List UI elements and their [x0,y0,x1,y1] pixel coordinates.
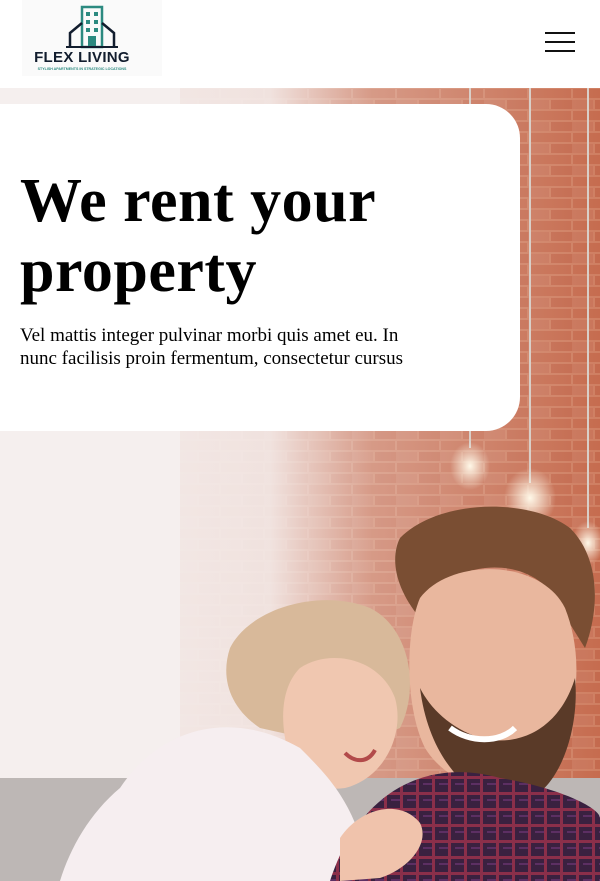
hero-card: We rent your property Vel mattis integer… [0,104,520,431]
hero-title: We rent your property [20,167,376,305]
building-icon [66,5,118,49]
hero-description: Vel mattis integer pulvinar morbi quis a… [20,325,404,369]
brand-logo[interactable]: FLEX LIVING STYLISH APARTMENTS IN STRATE… [22,0,162,76]
brand-name: FLEX LIVING [34,49,130,66]
brand-tagline: STYLISH APARTMENTS IN STRATEGIC LOCATION… [37,67,127,71]
hamburger-menu-icon[interactable] [540,28,580,56]
site-header: FLEX LIVING STYLISH APARTMENTS IN STRATE… [0,0,600,88]
